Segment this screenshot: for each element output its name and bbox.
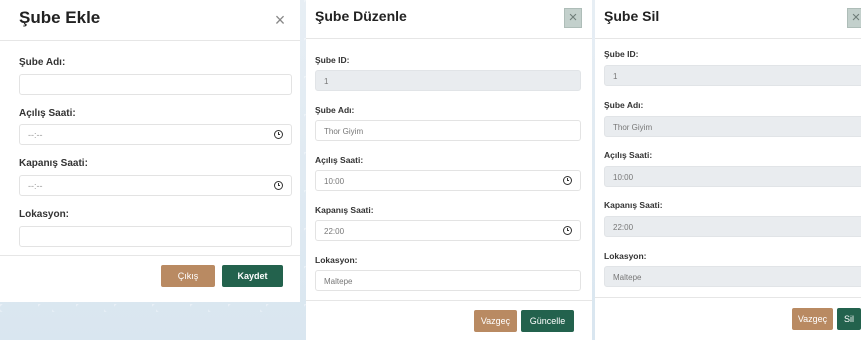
modal-footer-divider bbox=[595, 297, 861, 298]
clock-icon[interactable] bbox=[563, 176, 572, 185]
closing-time-input[interactable]: 22:00 bbox=[315, 220, 581, 241]
modal-title: Şube Sil bbox=[604, 8, 660, 24]
modal-footer-divider bbox=[306, 300, 592, 301]
branch-name-value: Thor Giyim bbox=[613, 123, 653, 132]
closing-time-input[interactable]: --:-- bbox=[19, 175, 292, 196]
modal-header: Şube Sil × bbox=[595, 0, 861, 39]
branch-name-field: Thor Giyim bbox=[604, 116, 861, 137]
close-icon[interactable]: × bbox=[564, 8, 582, 28]
closing-time-value: 22:00 bbox=[613, 223, 634, 232]
opening-time-input[interactable]: --:-- bbox=[19, 124, 292, 145]
opening-time-field: 10:00 bbox=[604, 166, 861, 187]
opening-time-label: Açılış Saati: bbox=[19, 108, 76, 119]
cancel-button[interactable]: Vazgeç bbox=[792, 308, 833, 330]
delete-branch-modal: Şube Sil × Şube ID: 1 Şube Adı: Thor Giy… bbox=[595, 0, 861, 340]
branch-name-label: Şube Adı: bbox=[19, 57, 66, 68]
opening-time-label: Açılış Saati: bbox=[604, 150, 653, 160]
location-field: Maltepe bbox=[604, 266, 861, 287]
opening-time-input[interactable]: 10:00 bbox=[315, 170, 581, 191]
branch-name-input[interactable]: Thor Giyim bbox=[315, 120, 581, 141]
cancel-button[interactable]: Vazgeç bbox=[474, 310, 517, 332]
branch-id-label: Şube ID: bbox=[604, 49, 639, 59]
opening-time-value: 10:00 bbox=[613, 173, 634, 182]
modal-header: Şube Düzenle × bbox=[306, 0, 592, 39]
closing-time-label: Kapanış Saati: bbox=[315, 205, 374, 215]
clock-icon[interactable] bbox=[274, 181, 283, 190]
exit-button[interactable]: Çıkış bbox=[161, 265, 215, 287]
close-icon[interactable]: × bbox=[271, 11, 289, 29]
modal-footer-divider bbox=[0, 255, 300, 256]
branch-id-field: 1 bbox=[315, 70, 581, 91]
modal-title: Şube Düzenle bbox=[315, 8, 407, 24]
branch-id-value: 1 bbox=[613, 72, 618, 81]
delete-button[interactable]: Sil bbox=[837, 308, 861, 330]
location-label: Lokasyon: bbox=[604, 251, 647, 261]
time-placeholder: --:-- bbox=[28, 181, 43, 191]
closing-time-field: 22:00 bbox=[604, 216, 861, 237]
opening-time-label: Açılış Saati: bbox=[315, 155, 364, 165]
branch-name-label: Şube Adı: bbox=[604, 100, 644, 110]
location-input[interactable]: Maltepe bbox=[315, 270, 581, 291]
location-label: Lokasyon: bbox=[315, 255, 358, 265]
closing-time-value: 22:00 bbox=[324, 227, 345, 236]
branch-name-value: Thor Giyim bbox=[324, 127, 364, 136]
branch-name-input[interactable] bbox=[19, 74, 292, 95]
branch-id-value: 1 bbox=[324, 77, 329, 86]
clock-icon[interactable] bbox=[563, 226, 572, 235]
edit-branch-modal: Şube Düzenle × Şube ID: 1 Şube Adı: Thor… bbox=[306, 0, 592, 340]
time-placeholder: --:-- bbox=[28, 130, 43, 140]
branch-name-label: Şube Adı: bbox=[315, 105, 355, 115]
location-value: Maltepe bbox=[324, 277, 353, 286]
add-branch-modal: Şube Ekle × Şube Adı: Açılış Saati: --:-… bbox=[0, 0, 300, 302]
close-icon[interactable]: × bbox=[847, 8, 861, 28]
clock-icon[interactable] bbox=[274, 130, 283, 139]
modal-title: Şube Ekle bbox=[19, 8, 101, 27]
closing-time-label: Kapanış Saati: bbox=[19, 158, 88, 169]
location-value: Maltepe bbox=[613, 273, 642, 282]
branch-id-label: Şube ID: bbox=[315, 55, 350, 65]
modal-header: Şube Ekle × bbox=[0, 0, 300, 41]
location-label: Lokasyon: bbox=[19, 209, 70, 220]
save-button[interactable]: Kaydet bbox=[222, 265, 283, 287]
closing-time-label: Kapanış Saati: bbox=[604, 200, 663, 210]
branch-id-field: 1 bbox=[604, 65, 861, 86]
location-input[interactable] bbox=[19, 226, 292, 247]
opening-time-value: 10:00 bbox=[324, 177, 345, 186]
update-button[interactable]: Güncelle bbox=[521, 310, 574, 332]
